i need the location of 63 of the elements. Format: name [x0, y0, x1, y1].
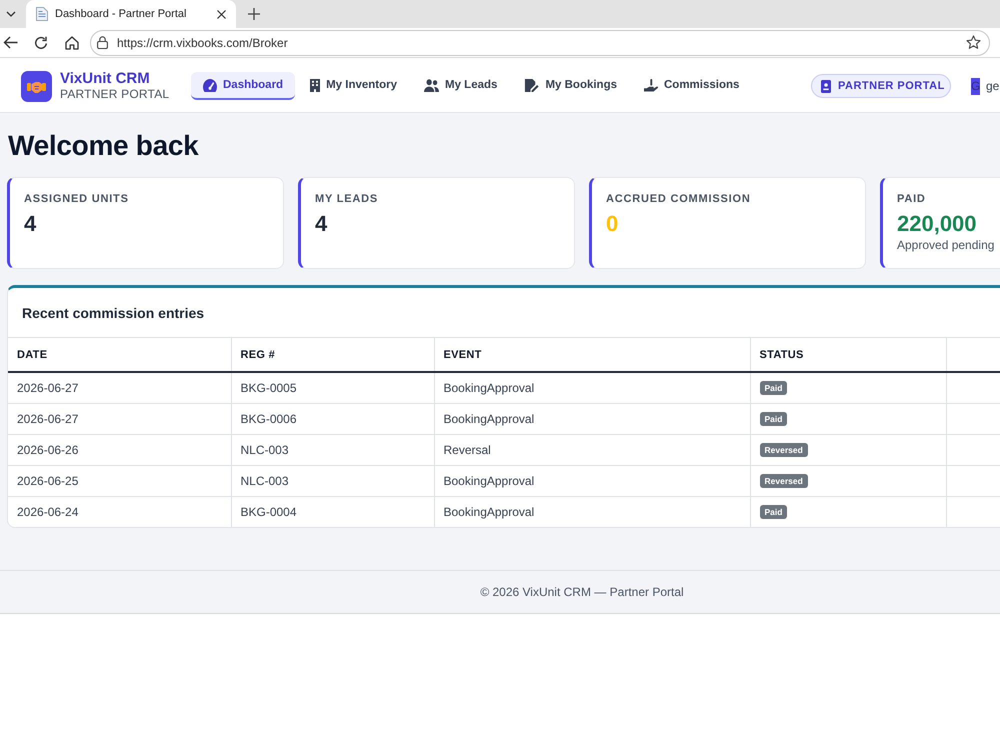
- table-cell: NLC-003: [231, 434, 434, 465]
- footer-text: © 2026 VixUnit CRM — Partner Portal: [480, 585, 684, 599]
- table-cell: 2026-06-26: [8, 434, 231, 465]
- address-field[interactable]: https://crm.vixbooks.com/Broker: [90, 30, 990, 56]
- handshake-icon[interactable]: [21, 70, 52, 102]
- stat-label: MY LEADS: [315, 192, 378, 206]
- lock-icon: [97, 36, 108, 49]
- table-cell: BKG-0006: [231, 403, 434, 434]
- stat-label: PAID: [897, 192, 926, 206]
- hand-coin-icon: [644, 78, 658, 92]
- table-cell: BKG-0004: [231, 496, 434, 527]
- stat-value: 220,000: [897, 211, 977, 237]
- column-header: STATUS: [750, 338, 946, 372]
- table-cell: 2026-06-25: [8, 465, 231, 496]
- table-cell: NLC-003: [231, 465, 434, 496]
- panel-title: Recent commission entries: [22, 304, 204, 320]
- building-icon: [310, 78, 320, 92]
- document-pen-icon: [524, 78, 540, 92]
- stat-label: ACCRUED COMMISSION: [606, 192, 751, 206]
- table-cell: BKG-0005: [231, 372, 434, 403]
- star-icon[interactable]: [966, 35, 981, 50]
- stat-value: 4: [24, 211, 36, 237]
- stat-value: 0: [606, 211, 618, 237]
- chevron-down-icon[interactable]: [6, 11, 16, 17]
- home-icon[interactable]: [65, 36, 79, 50]
- brand-subtitle: PARTNER PORTAL: [60, 87, 170, 101]
- status-badge: Paid: [760, 505, 788, 520]
- document-icon: [36, 7, 48, 21]
- stat-note: Approved pending: [897, 237, 994, 253]
- brand-name: VixUnit CRM: [60, 71, 151, 87]
- table-cell: Reversal: [434, 434, 750, 465]
- column-header: EVENT: [434, 338, 750, 372]
- table-cell: 2026-06-27: [8, 403, 231, 434]
- id-badge-icon: [821, 80, 831, 92]
- stat-value: 4: [315, 211, 328, 237]
- table-cell: BookingApproval: [434, 403, 750, 434]
- nav-tab[interactable]: Dashboard: [191, 72, 296, 100]
- status-badge: Reversed: [760, 474, 808, 488]
- column-header: REG #: [231, 338, 434, 372]
- plus-icon[interactable]: [248, 8, 260, 20]
- back-arrow-icon[interactable]: [3, 36, 18, 49]
- table-cell: 2026-06-27: [8, 372, 231, 403]
- table-cell: BookingApproval: [434, 465, 750, 496]
- nav-tab[interactable]: My Inventory: [298, 72, 410, 100]
- close-icon[interactable]: [217, 10, 226, 18]
- page-title: Welcome back: [8, 129, 200, 163]
- table-cell: BookingApproval: [434, 372, 750, 403]
- table-cell: 2026-06-24: [8, 496, 231, 527]
- status-badge: Reversed: [760, 442, 808, 457]
- table-cell: BookingApproval: [434, 496, 750, 527]
- column-header: DATE: [8, 338, 231, 372]
- role-label: PARTNER PORTAL: [838, 80, 945, 92]
- stat-label: ASSIGNED UNITS: [24, 192, 129, 206]
- users-icon: [424, 78, 440, 92]
- reload-icon[interactable]: [34, 36, 48, 50]
- nav-tab[interactable]: Commissions: [632, 72, 752, 100]
- status-badge: Paid: [760, 412, 788, 426]
- browser-tab[interactable]: Dashboard - Partner Portal: [26, 0, 236, 28]
- nav-tab[interactable]: My Bookings: [512, 72, 629, 100]
- nav-tab[interactable]: My Leads: [412, 72, 510, 100]
- user-name[interactable]: ge: [986, 79, 1000, 93]
- gauge-icon: [203, 78, 217, 92]
- status-badge: Paid: [760, 381, 788, 396]
